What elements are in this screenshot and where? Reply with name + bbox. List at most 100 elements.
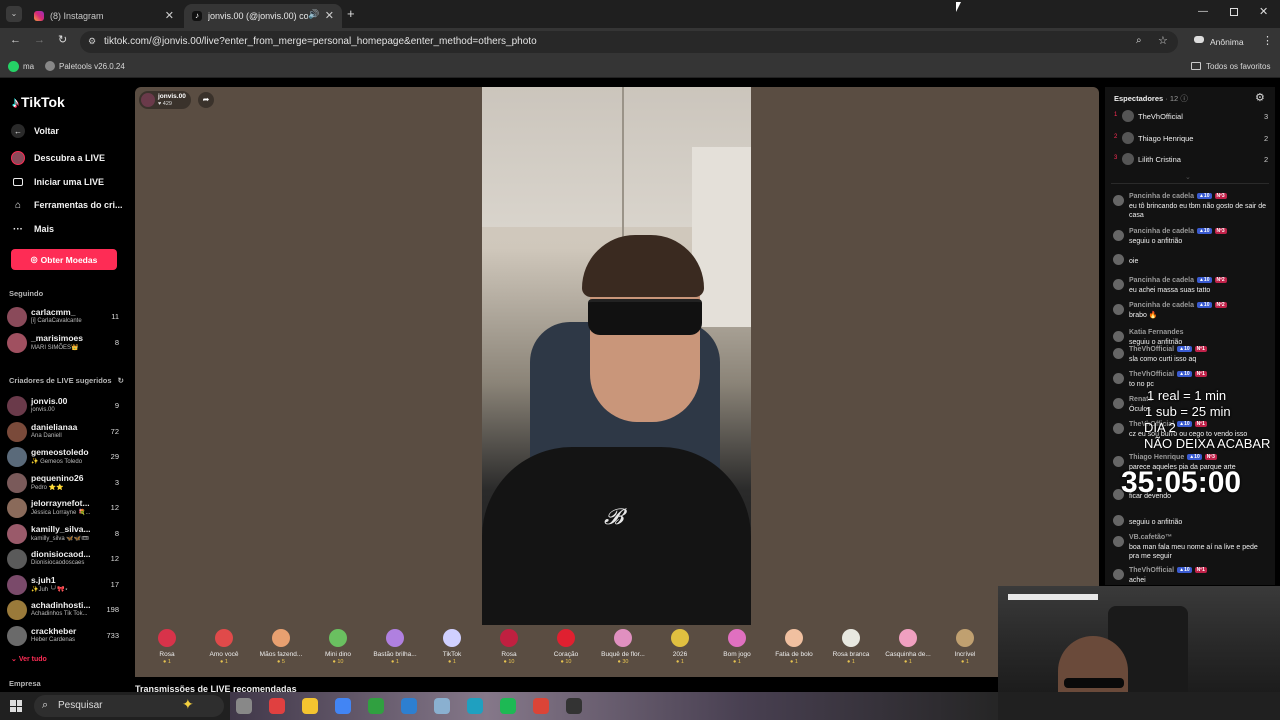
- gift-item[interactable]: Casquinha de... ● 1: [880, 629, 936, 665]
- viewer-count: 733: [106, 630, 119, 640]
- nav-creator-tools[interactable]: ⌂ Ferramentas do cri...: [11, 198, 123, 212]
- notes-icon[interactable]: [434, 698, 450, 714]
- gift-icon: [785, 629, 803, 647]
- store-icon[interactable]: [401, 698, 417, 714]
- gift-item[interactable]: Coração ● 10: [538, 629, 594, 665]
- username-text: Pancinha de cadela: [1129, 302, 1194, 309]
- suggested-creator[interactable]: jelorraynefot... Jéssica Lorrayne 💐... 12: [7, 496, 123, 520]
- tiktok-logo[interactable]: ♪ TikTok: [12, 94, 65, 110]
- gift-item[interactable]: Bastão brilha... ● 1: [367, 629, 423, 665]
- minimize-icon[interactable]: —: [1198, 6, 1208, 17]
- close-tab-icon[interactable]: ✕: [165, 9, 174, 22]
- speaker-icon[interactable]: 🔊: [308, 9, 319, 20]
- chrome-icon[interactable]: [335, 698, 351, 714]
- zoom-icon[interactable]: ⌕: [1136, 35, 1142, 46]
- back-link[interactable]: ← Voltar: [11, 124, 59, 138]
- close-tab-icon[interactable]: ✕: [325, 9, 334, 22]
- gift-item[interactable]: Fatia de bolo ● 1: [766, 629, 822, 665]
- get-coins-button[interactable]: ◎ Obter Moedas: [11, 249, 117, 270]
- file-explorer-icon[interactable]: [302, 698, 318, 714]
- coin-icon: ◎: [30, 255, 38, 264]
- host-card[interactable]: jonvis.00 ♥ 429: [139, 91, 191, 109]
- collapse-chevron-icon[interactable]: ⌄: [1185, 173, 1191, 181]
- tiktok-icon: ♪: [192, 11, 202, 21]
- spotify-icon[interactable]: [500, 698, 516, 714]
- chrome-profile-icon[interactable]: [533, 698, 549, 714]
- gift-item[interactable]: Incrível ● 1: [937, 629, 993, 665]
- following-account[interactable]: carlacmm_ [i] CarlaCavalcante 11: [7, 305, 123, 329]
- xbox-icon[interactable]: [368, 698, 384, 714]
- address-bar[interactable]: ⚙ tiktok.com/@jonvis.00/live?enter_from_…: [80, 31, 1178, 53]
- refresh-icon[interactable]: ↻: [118, 376, 124, 385]
- fan-level-badge: ▲10: [1196, 193, 1212, 200]
- gift-item[interactable]: Amo você ● 1: [196, 629, 252, 665]
- suggested-heading: Criadores de LIVE sugeridos ↻: [9, 376, 124, 385]
- username-text: TheVhOfficial: [1129, 567, 1175, 574]
- gift-item[interactable]: Rosa ● 10: [481, 629, 537, 665]
- suggested-creator[interactable]: gemeostoledo ✨ Gemeos Toledo 29: [7, 445, 123, 469]
- gift-item[interactable]: Mãos fazend... ● 5: [253, 629, 309, 665]
- gift-item[interactable]: Rosa ● 1: [139, 629, 195, 665]
- top-viewer-row[interactable]: 2 Thiago Henrique 2: [1114, 131, 1269, 147]
- all-bookmarks-link[interactable]: Todos os favoritos: [1206, 62, 1270, 71]
- tab-tiktok[interactable]: ♪ jonvis.00 (@jonvis.00) com 🔊 ✕: [184, 4, 342, 28]
- close-window-icon[interactable]: ✕: [1259, 5, 1268, 18]
- task-view-icon[interactable]: [236, 698, 252, 714]
- windows-start-icon[interactable]: [10, 700, 22, 712]
- suggested-creator[interactable]: kamilly_silva... kamilly_silva 🦋🦋🎟 8: [7, 522, 123, 546]
- incognito-icon: [1194, 36, 1204, 43]
- suggested-creator[interactable]: crackheber Heber Cardenas 733: [7, 624, 123, 648]
- nav-start-live[interactable]: Iniciar uma LIVE: [11, 175, 104, 189]
- suggested-creator[interactable]: jonvis.00 jonvis.00 9: [7, 394, 123, 418]
- suggested-creator[interactable]: achadinhosti... Achadinhos Tik Tok... 198: [7, 598, 123, 622]
- settings-gear-icon[interactable]: ⚙: [1255, 91, 1265, 104]
- gift-icon: [728, 629, 746, 647]
- bookmark-item[interactable]: ma: [23, 62, 34, 71]
- menu-icon[interactable]: ⋮: [1262, 34, 1273, 47]
- gift-item[interactable]: 2026 ● 1: [652, 629, 708, 665]
- suggested-creator[interactable]: s.juh1 ✨Juh ╰╯🎀⋆ 17: [7, 573, 123, 597]
- live-stream-player[interactable]: jonvis.00 ♥ 429 ➦ 𝓑 Rosa ● 1 Amo você ● 1 Mã…: [135, 87, 1099, 677]
- profile-label[interactable]: Anônima: [1210, 37, 1244, 47]
- back-icon[interactable]: ←: [10, 34, 21, 46]
- taskbar-search[interactable]: ⌕ Pesquisar ✦: [34, 695, 224, 717]
- chat-username: TheVhOfficial ▲10 Nº1: [1129, 371, 1207, 378]
- tab-instagram[interactable]: (8) Instagram ✕: [26, 4, 182, 28]
- account-subtitle: Heber Cardenas: [31, 636, 76, 643]
- nav-discover-live[interactable]: Descubra a LIVE: [11, 151, 105, 165]
- gift-name: TikTok: [442, 651, 462, 658]
- record-icon[interactable]: [269, 698, 285, 714]
- gift-item[interactable]: Bom jogo ● 1: [709, 629, 765, 665]
- chat-text: sla como curti isso aq: [1129, 356, 1197, 363]
- obs-icon[interactable]: [566, 698, 582, 714]
- url-text[interactable]: tiktok.com/@jonvis.00/live?enter_from_me…: [104, 36, 537, 47]
- suggested-creator[interactable]: danielianaa Ana Daniell 72: [7, 420, 123, 444]
- reload-icon[interactable]: ↻: [58, 33, 67, 46]
- top-viewer-row[interactable]: 3 Lilith Cristina 2: [1114, 152, 1269, 168]
- suggested-creator[interactable]: dionisiocaod... Dionisiocaodoscaes 12: [7, 547, 123, 571]
- restore-icon[interactable]: [1230, 8, 1238, 16]
- video-feed[interactable]: 𝓑: [482, 87, 751, 625]
- gift-item[interactable]: TikTok ● 1: [424, 629, 480, 665]
- gift-item[interactable]: Buquê de flor... ● 30: [595, 629, 651, 665]
- top-viewer-row[interactable]: 1 TheVhOfficial 3: [1114, 109, 1269, 125]
- share-icon[interactable]: ➦: [198, 92, 214, 108]
- forward-icon[interactable]: →: [34, 34, 45, 46]
- site-info-icon[interactable]: ⚙: [88, 36, 96, 47]
- bookmark-item[interactable]: Paletools v26.0.24: [59, 62, 125, 71]
- divider: [1111, 183, 1269, 184]
- following-account[interactable]: _marisimoes MARI SIMÕES👑 8: [7, 331, 123, 355]
- new-tab-icon[interactable]: +: [347, 6, 355, 21]
- avatar: [1122, 131, 1134, 144]
- chat-text: boa man fala meu nome aí na live e pede …: [1129, 544, 1258, 560]
- see-all-link[interactable]: ⌄ Ver tudo: [11, 655, 47, 663]
- gift-item[interactable]: Mini dino ● 10: [310, 629, 366, 665]
- suggested-creator[interactable]: pequenino26 Pedro ⭐⭐ 3: [7, 471, 123, 495]
- bookmark-star-icon[interactable]: ☆: [1158, 34, 1168, 47]
- company-link[interactable]: Empresa: [9, 679, 41, 688]
- search-icon: ⌕: [42, 699, 49, 711]
- nav-more[interactable]: ··· Mais: [11, 222, 54, 236]
- gift-item[interactable]: Rosa branca ● 1: [823, 629, 879, 665]
- edge-icon[interactable]: [467, 698, 483, 714]
- tab-search-icon[interactable]: ⌄: [6, 6, 22, 22]
